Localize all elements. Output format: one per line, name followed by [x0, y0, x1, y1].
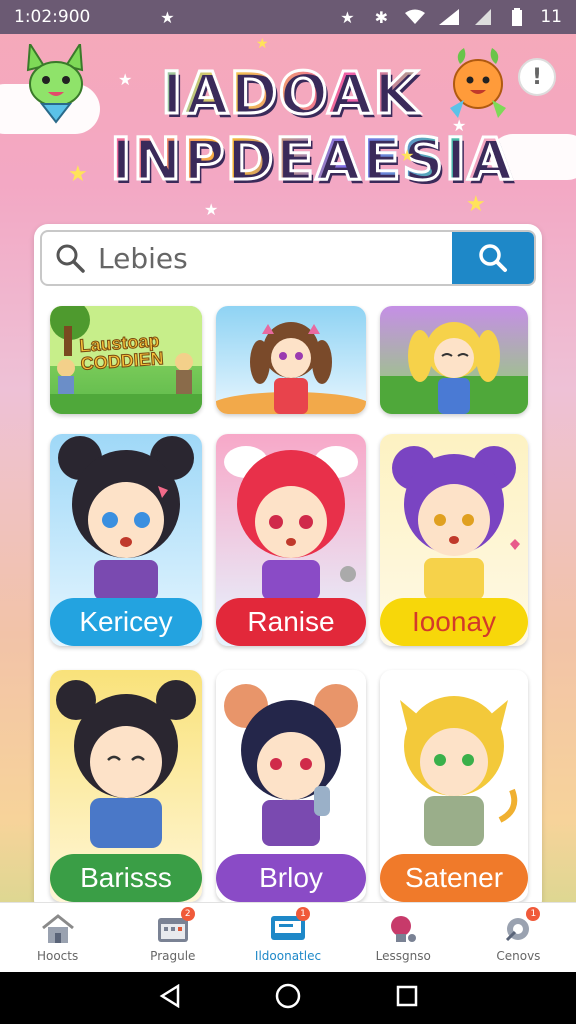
- tile-banner[interactable]: Laustoap CODDIEN: [50, 306, 202, 414]
- star-icon: ★: [400, 146, 415, 165]
- system-navigation-bar: [0, 972, 576, 1024]
- home-button-icon[interactable]: [275, 983, 301, 1013]
- search-button[interactable]: [452, 232, 534, 284]
- nav-label: Hoocts: [36, 948, 79, 963]
- home-icon: [40, 913, 76, 945]
- monitor-icon: 1: [270, 906, 310, 945]
- star-icon: ★: [466, 192, 486, 217]
- battery-level: 11: [540, 7, 562, 27]
- search-icon: [42, 232, 98, 284]
- sparkle-icon: ★: [118, 70, 133, 89]
- nav-item-settings[interactable]: 1 Cenovs: [461, 903, 576, 972]
- green-mascot-icon: [22, 40, 86, 124]
- character-name-label: Barisss: [50, 854, 202, 902]
- record-icon: [385, 913, 421, 945]
- sparkle-icon: ★: [452, 116, 467, 135]
- recents-icon[interactable]: [396, 985, 418, 1011]
- character-card-4[interactable]: Barisss: [50, 670, 202, 902]
- settings-icon: 1: [500, 906, 541, 945]
- character-name-label: Brloy: [216, 854, 366, 902]
- main-panel: Laustoap CODDIEN: [34, 224, 542, 914]
- banner-text: Laustoap CODDIEN: [78, 330, 165, 374]
- alarm-icon: ★: [340, 7, 355, 27]
- nav-item-pragule[interactable]: 2 Pragule: [115, 903, 230, 972]
- back-icon[interactable]: [158, 983, 180, 1012]
- star-icon: ★: [256, 36, 269, 52]
- character-name-label: Satener: [380, 854, 528, 902]
- signal-icon: [438, 6, 460, 28]
- character-portrait: [216, 322, 366, 414]
- character-portrait: [380, 322, 528, 414]
- calendar-icon: 2: [155, 906, 195, 945]
- character-name-label: Ioonay: [380, 598, 528, 646]
- info-button[interactable]: !: [518, 58, 556, 96]
- app-header: IADOAK INPDEAESIA ! ★ ★ ★ ★ ★ ★ ★: [0, 34, 576, 224]
- character-card-2[interactable]: Ranise: [216, 434, 366, 646]
- app-logo: IADOAK INPDEAESIA: [109, 59, 514, 194]
- star-icon: ★: [68, 162, 88, 187]
- nav-label: Lessgnso: [375, 948, 431, 963]
- wifi-icon: [404, 6, 426, 28]
- character-name-label: Ranise: [216, 598, 366, 646]
- status-time: 1:02:900: [14, 7, 91, 27]
- nav-label: Cenovs: [496, 948, 541, 963]
- nav-label: Ildoonatlec: [254, 948, 322, 963]
- sparkle-icon: ★: [204, 200, 219, 219]
- status-bar: 1:02:900 ★ ★ ✱ 11: [0, 0, 576, 34]
- search-button-icon: [479, 244, 507, 272]
- nav-item-home[interactable]: Hoocts: [0, 903, 115, 972]
- character-card-3[interactable]: Ioonay: [380, 434, 528, 646]
- nav-badge: 2: [180, 906, 195, 921]
- tile-character-small-1[interactable]: [216, 306, 366, 414]
- battery-icon: [506, 6, 528, 28]
- tile-character-small-2[interactable]: [380, 306, 528, 414]
- character-card-6[interactable]: Satener: [380, 670, 528, 902]
- character-card-1[interactable]: Kericey: [50, 434, 202, 646]
- nav-badge: 1: [296, 906, 310, 921]
- notification-star-icon: ★: [160, 7, 175, 27]
- character-card-5[interactable]: Brloy: [216, 670, 366, 902]
- nav-item-lessons[interactable]: Lessgnso: [346, 903, 461, 972]
- character-name-label: Kericey: [50, 598, 202, 646]
- logo-line-2: INPDEAESIA: [109, 125, 514, 194]
- nav-badge: 1: [526, 906, 541, 921]
- nav-item-active[interactable]: 1 Ildoonatlec: [230, 903, 345, 972]
- search-input[interactable]: [98, 232, 452, 284]
- bottom-navigation: Hoocts 2 Pragule 1 Ildoonatlec Lessgnso …: [0, 902, 576, 972]
- nav-label: Pragule: [150, 948, 196, 963]
- search-bar: [40, 230, 536, 286]
- logo-line-1: IADOAK: [110, 59, 470, 128]
- signal-icon-2: [472, 6, 494, 28]
- bluetooth-icon: ✱: [374, 7, 389, 27]
